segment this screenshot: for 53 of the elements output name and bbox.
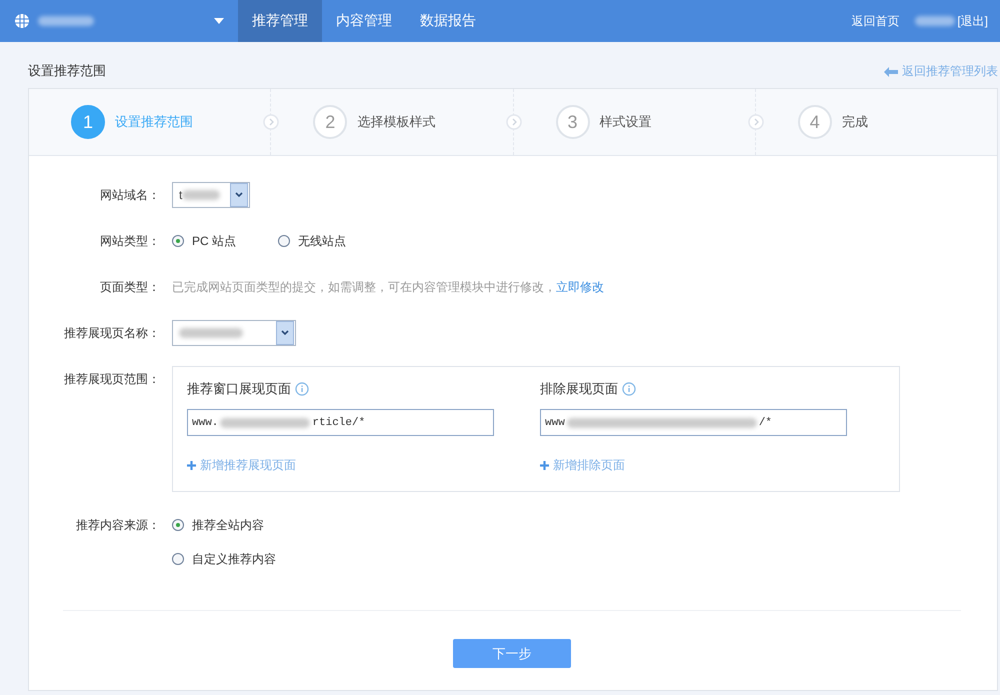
radio-option[interactable]: 自定义推荐内容 — [172, 546, 276, 572]
step-label: 样式设置 — [600, 113, 652, 131]
radio-button[interactable] — [172, 235, 184, 247]
back-link[interactable]: 返回推荐管理列表 — [884, 63, 998, 80]
info-icon[interactable] — [622, 382, 636, 396]
plus-icon — [187, 460, 196, 470]
url-input[interactable]: www. rticle/* — [187, 409, 494, 436]
field-label: 推荐内容来源： — [75, 517, 161, 534]
page-title: 设置推荐范围 — [28, 62, 106, 80]
field-label: 推荐展现页范围： — [63, 371, 161, 388]
logout-link[interactable]: [退出] — [957, 12, 988, 30]
step-number: 1 — [71, 105, 105, 139]
radio-option[interactable]: PC 站点 — [172, 228, 236, 254]
add-link[interactable]: 新增排除页面 — [540, 452, 847, 478]
step-number: 2 — [313, 105, 348, 139]
info-icon[interactable] — [295, 382, 309, 396]
home-link[interactable]: 返回首页 — [851, 12, 900, 30]
field-label: 网站类型： — [99, 233, 161, 250]
redacted-text — [179, 328, 243, 338]
chevron-down-icon — [235, 192, 243, 198]
column-title: 排除展现页面 — [540, 380, 618, 398]
chevron-down-icon — [281, 330, 289, 336]
dropdown[interactable] — [172, 320, 296, 346]
radio-button[interactable] — [172, 553, 184, 565]
field-label: 网站域名： — [99, 187, 161, 204]
arrow-left-icon — [884, 66, 898, 76]
edit-link[interactable]: 立即修改 — [556, 280, 604, 294]
nav-tab[interactable]: 推荐管理 — [238, 0, 322, 42]
redacted-text — [915, 16, 956, 26]
add-link[interactable]: 新增推荐展现页面 — [187, 452, 494, 478]
nav-tab[interactable]: 数据报告 — [406, 0, 490, 42]
step-label: 完成 — [842, 113, 868, 131]
globe-icon — [14, 13, 30, 29]
redacted-text — [182, 190, 220, 200]
dropdown[interactable]: t — [172, 182, 250, 208]
step-number: 3 — [556, 105, 590, 139]
step-label: 选择模板样式 — [357, 113, 436, 131]
redacted-text — [38, 16, 94, 26]
column-title: 推荐窗口展现页面 — [187, 380, 291, 398]
field-label: 页面类型： — [99, 279, 161, 296]
radio-option[interactable]: 推荐全站内容 — [172, 512, 276, 538]
nav-tab[interactable]: 内容管理 — [322, 0, 406, 42]
radio-button[interactable] — [278, 235, 290, 247]
info-text: 已完成网站页面类型的提交，如需调整，可在内容管理模块中进行修改，立即修改 — [172, 279, 604, 296]
next-button[interactable]: 下一步 — [453, 639, 571, 668]
plus-icon — [540, 460, 549, 470]
radio-option[interactable]: 无线站点 — [278, 228, 346, 254]
field-label: 推荐展现页名称： — [63, 325, 161, 342]
caret-icon — [214, 18, 224, 24]
radio-button[interactable] — [172, 519, 184, 531]
step-number: 4 — [798, 105, 832, 139]
url-input[interactable]: www /* — [540, 409, 847, 436]
step-label: 设置推荐范围 — [115, 113, 193, 131]
